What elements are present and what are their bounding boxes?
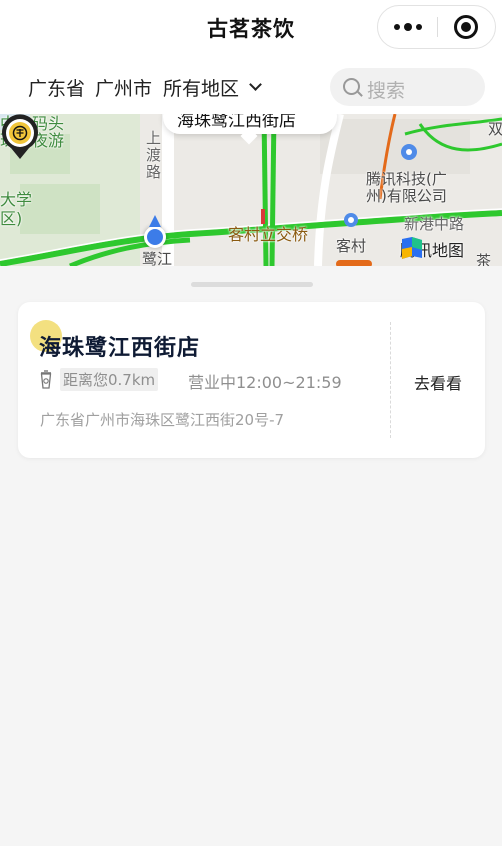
search-placeholder: 搜索 <box>367 80 406 102</box>
store-address: 广东省广州市海珠区鹭江西街20号-7 <box>40 411 285 429</box>
map-label-kecun: 客村 <box>336 237 367 255</box>
store-map-pin-icon[interactable] <box>0 114 40 160</box>
store-card[interactable]: 海珠鹭江西街店 距离您0.7km 营业中12:00~21:59 广东省广州市海珠… <box>18 302 485 458</box>
map-label-district: 区) <box>0 209 23 228</box>
go-see-button[interactable]: 去看看 <box>414 370 462 394</box>
map-label-shangdu-road: 上 渡 路 <box>146 129 162 181</box>
search-input[interactable]: 搜索 <box>330 68 485 106</box>
tencent-map-logo-icon <box>402 237 422 259</box>
map-label-lujiang: 鹭江 <box>142 250 173 266</box>
more-dots-icon[interactable] <box>378 6 437 48</box>
target-icon[interactable] <box>454 15 478 39</box>
search-icon <box>343 78 360 95</box>
mini-program-capsule <box>377 5 496 49</box>
map-callout-bubble[interactable]: 海珠鹭江西街店 <box>163 114 337 134</box>
store-name: 海珠鹭江西街店 <box>39 336 201 361</box>
province-selector[interactable]: 广东省 <box>28 74 85 101</box>
current-location-icon <box>144 215 166 248</box>
map-label-shuang: 双 <box>488 120 502 138</box>
store-hours: 营业中12:00~21:59 <box>188 373 342 392</box>
store-list-sheet: 海珠鹭江西街店 距离您0.7km 营业中12:00~21:59 广东省广州市海珠… <box>0 266 502 846</box>
tencent-map-attribution: 腾讯地图 <box>400 236 464 262</box>
map-view[interactable]: 中大码头 珠江夜游 大学 区) 上 渡 路 腾讯科技(广 州)有限公司 新港中路… <box>0 114 502 266</box>
map-callout-text: 海珠鹭江西街店 <box>177 114 296 131</box>
title-bar: 古茗茶饮 <box>0 0 502 56</box>
drag-handle[interactable] <box>191 282 313 287</box>
map-label-xingang-road: 新港中路 <box>404 215 465 233</box>
store-distance: 距离您0.7km <box>60 368 159 391</box>
capsule-divider <box>437 17 438 37</box>
map-label-tencent-tech-line2: 州)有限公司 <box>366 187 447 205</box>
card-divider <box>390 322 391 438</box>
map-label-kecun-interchange: 客村立交桥 <box>228 225 309 244</box>
tea-cup-icon <box>40 370 52 389</box>
city-selector[interactable]: 广州市 <box>95 74 152 101</box>
map-label-tea: 茶 <box>476 252 492 266</box>
district-selector[interactable]: 所有地区 <box>163 74 239 101</box>
